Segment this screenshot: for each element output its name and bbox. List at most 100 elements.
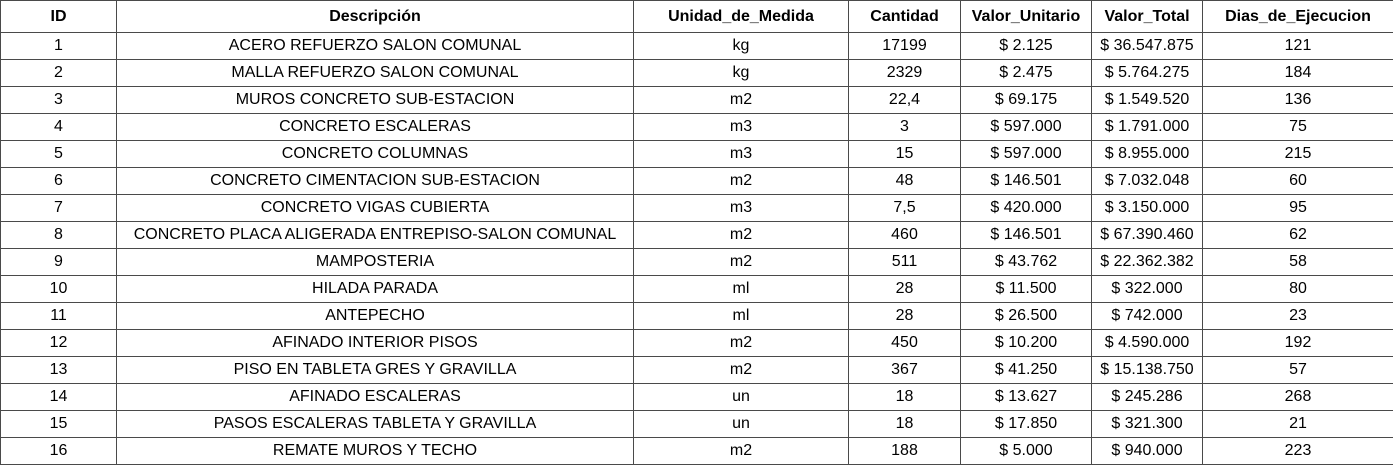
cell-valor-unitario[interactable]: $ 69.175 bbox=[960, 86, 1092, 114]
cell-id[interactable]: 4 bbox=[0, 113, 117, 141]
cell-unidad[interactable]: m2 bbox=[633, 356, 849, 384]
cell-descripcion[interactable]: CONCRETO COLUMNAS bbox=[116, 140, 634, 168]
cell-cantidad[interactable]: 7,5 bbox=[848, 194, 961, 222]
cell-descripcion[interactable]: CONCRETO ESCALERAS bbox=[116, 113, 634, 141]
cell-unidad[interactable]: ml bbox=[633, 275, 849, 303]
header-descripcion[interactable]: Descripción bbox=[116, 0, 634, 33]
cell-valor-unitario[interactable]: $ 10.200 bbox=[960, 329, 1092, 357]
cell-valor-total[interactable]: $ 22.362.382 bbox=[1091, 248, 1203, 276]
cell-descripcion[interactable]: REMATE MUROS Y TECHO bbox=[116, 437, 634, 465]
cell-valor-unitario[interactable]: $ 5.000 bbox=[960, 437, 1092, 465]
cell-dias[interactable]: 21 bbox=[1202, 410, 1393, 438]
cell-valor-unitario[interactable]: $ 597.000 bbox=[960, 140, 1092, 168]
cell-valor-unitario[interactable]: $ 11.500 bbox=[960, 275, 1092, 303]
cell-cantidad[interactable]: 48 bbox=[848, 167, 961, 195]
cell-id[interactable]: 9 bbox=[0, 248, 117, 276]
cell-valor-total[interactable]: $ 36.547.875 bbox=[1091, 32, 1203, 60]
cell-unidad[interactable]: kg bbox=[633, 59, 849, 87]
cell-dias[interactable]: 215 bbox=[1202, 140, 1393, 168]
cell-valor-unitario[interactable]: $ 146.501 bbox=[960, 167, 1092, 195]
cell-valor-total[interactable]: $ 1.791.000 bbox=[1091, 113, 1203, 141]
cell-id[interactable]: 11 bbox=[0, 302, 117, 330]
cell-id[interactable]: 15 bbox=[0, 410, 117, 438]
cell-valor-total[interactable]: $ 67.390.460 bbox=[1091, 221, 1203, 249]
cell-descripcion[interactable]: HILADA PARADA bbox=[116, 275, 634, 303]
cell-valor-unitario[interactable]: $ 420.000 bbox=[960, 194, 1092, 222]
cell-valor-total[interactable]: $ 5.764.275 bbox=[1091, 59, 1203, 87]
cell-dias[interactable]: 23 bbox=[1202, 302, 1393, 330]
cell-descripcion[interactable]: ANTEPECHO bbox=[116, 302, 634, 330]
cell-valor-unitario[interactable]: $ 43.762 bbox=[960, 248, 1092, 276]
cell-descripcion[interactable]: CONCRETO CIMENTACION SUB-ESTACION bbox=[116, 167, 634, 195]
cell-unidad[interactable]: m3 bbox=[633, 140, 849, 168]
cell-cantidad[interactable]: 367 bbox=[848, 356, 961, 384]
cell-unidad[interactable]: ml bbox=[633, 302, 849, 330]
cell-dias[interactable]: 57 bbox=[1202, 356, 1393, 384]
cell-valor-total[interactable]: $ 8.955.000 bbox=[1091, 140, 1203, 168]
cell-valor-total[interactable]: $ 245.286 bbox=[1091, 383, 1203, 411]
cell-valor-unitario[interactable]: $ 26.500 bbox=[960, 302, 1092, 330]
cell-descripcion[interactable]: AFINADO ESCALERAS bbox=[116, 383, 634, 411]
cell-valor-unitario[interactable]: $ 17.850 bbox=[960, 410, 1092, 438]
cell-unidad[interactable]: kg bbox=[633, 32, 849, 60]
header-id[interactable]: ID bbox=[0, 0, 117, 33]
header-valor-unitario[interactable]: Valor_Unitario bbox=[960, 0, 1092, 33]
header-dias[interactable]: Dias_de_Ejecucion bbox=[1202, 0, 1393, 33]
cell-dias[interactable]: 121 bbox=[1202, 32, 1393, 60]
cell-valor-unitario[interactable]: $ 2.125 bbox=[960, 32, 1092, 60]
cell-valor-total[interactable]: $ 7.032.048 bbox=[1091, 167, 1203, 195]
cell-unidad[interactable]: un bbox=[633, 410, 849, 438]
header-cantidad[interactable]: Cantidad bbox=[848, 0, 961, 33]
cell-unidad[interactable]: m3 bbox=[633, 113, 849, 141]
cell-descripcion[interactable]: CONCRETO VIGAS CUBIERTA bbox=[116, 194, 634, 222]
cell-dias[interactable]: 184 bbox=[1202, 59, 1393, 87]
cell-dias[interactable]: 223 bbox=[1202, 437, 1393, 465]
cell-valor-total[interactable]: $ 322.000 bbox=[1091, 275, 1203, 303]
cell-id[interactable]: 7 bbox=[0, 194, 117, 222]
cell-cantidad[interactable]: 15 bbox=[848, 140, 961, 168]
cell-descripcion[interactable]: MUROS CONCRETO SUB-ESTACION bbox=[116, 86, 634, 114]
cell-unidad[interactable]: m2 bbox=[633, 221, 849, 249]
cell-cantidad[interactable]: 17199 bbox=[848, 32, 961, 60]
cell-descripcion[interactable]: AFINADO INTERIOR PISOS bbox=[116, 329, 634, 357]
cell-id[interactable]: 10 bbox=[0, 275, 117, 303]
cell-descripcion[interactable]: PISO EN TABLETA GRES Y GRAVILLA bbox=[116, 356, 634, 384]
cell-id[interactable]: 1 bbox=[0, 32, 117, 60]
cell-dias[interactable]: 268 bbox=[1202, 383, 1393, 411]
cell-unidad[interactable]: un bbox=[633, 383, 849, 411]
cell-descripcion[interactable]: PASOS ESCALERAS TABLETA Y GRAVILLA bbox=[116, 410, 634, 438]
cell-dias[interactable]: 136 bbox=[1202, 86, 1393, 114]
cell-valor-total[interactable]: $ 4.590.000 bbox=[1091, 329, 1203, 357]
cell-unidad[interactable]: m2 bbox=[633, 167, 849, 195]
cell-dias[interactable]: 192 bbox=[1202, 329, 1393, 357]
cell-cantidad[interactable]: 511 bbox=[848, 248, 961, 276]
cell-descripcion[interactable]: MALLA REFUERZO SALON COMUNAL bbox=[116, 59, 634, 87]
cell-dias[interactable]: 60 bbox=[1202, 167, 1393, 195]
cell-dias[interactable]: 75 bbox=[1202, 113, 1393, 141]
cell-valor-unitario[interactable]: $ 13.627 bbox=[960, 383, 1092, 411]
cell-valor-total[interactable]: $ 15.138.750 bbox=[1091, 356, 1203, 384]
cell-valor-unitario[interactable]: $ 146.501 bbox=[960, 221, 1092, 249]
cell-valor-unitario[interactable]: $ 41.250 bbox=[960, 356, 1092, 384]
cell-valor-total[interactable]: $ 3.150.000 bbox=[1091, 194, 1203, 222]
cell-cantidad[interactable]: 22,4 bbox=[848, 86, 961, 114]
cell-id[interactable]: 8 bbox=[0, 221, 117, 249]
cell-descripcion[interactable]: MAMPOSTERIA bbox=[116, 248, 634, 276]
cell-cantidad[interactable]: 450 bbox=[848, 329, 961, 357]
cell-valor-unitario[interactable]: $ 2.475 bbox=[960, 59, 1092, 87]
cell-unidad[interactable]: m2 bbox=[633, 437, 849, 465]
header-valor-total[interactable]: Valor_Total bbox=[1091, 0, 1203, 33]
cell-dias[interactable]: 95 bbox=[1202, 194, 1393, 222]
cell-cantidad[interactable]: 188 bbox=[848, 437, 961, 465]
cell-dias[interactable]: 80 bbox=[1202, 275, 1393, 303]
cell-dias[interactable]: 62 bbox=[1202, 221, 1393, 249]
cell-id[interactable]: 13 bbox=[0, 356, 117, 384]
cell-cantidad[interactable]: 18 bbox=[848, 383, 961, 411]
cell-unidad[interactable]: m2 bbox=[633, 86, 849, 114]
cell-valor-total[interactable]: $ 742.000 bbox=[1091, 302, 1203, 330]
cell-id[interactable]: 12 bbox=[0, 329, 117, 357]
cell-cantidad[interactable]: 28 bbox=[848, 275, 961, 303]
cell-unidad[interactable]: m2 bbox=[633, 248, 849, 276]
cell-valor-total[interactable]: $ 1.549.520 bbox=[1091, 86, 1203, 114]
cell-id[interactable]: 5 bbox=[0, 140, 117, 168]
